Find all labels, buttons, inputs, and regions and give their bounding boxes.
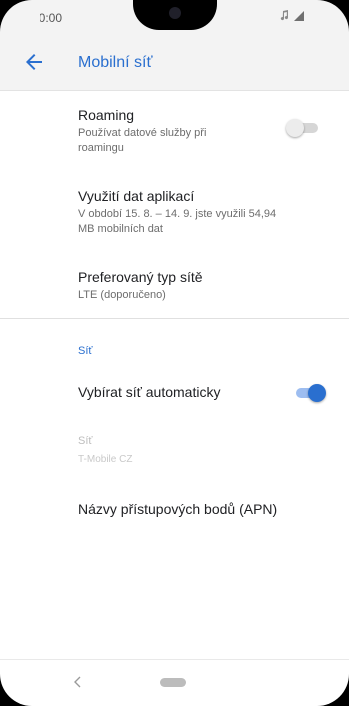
auto-select-network-title: Vybírat síť automaticky: [78, 384, 221, 400]
roaming-summary: Používat datové služby při roamingu: [78, 127, 207, 154]
arrow-left-icon[interactable]: [22, 50, 46, 74]
data-usage-title: Využití dat aplikací: [78, 188, 195, 204]
roaming-toggle-thumb: [286, 119, 304, 137]
battery-icon: [309, 10, 315, 21]
status-time: 10:00: [32, 11, 63, 25]
app-bar: Mobilní síť: [0, 34, 349, 91]
apn-setting[interactable]: Názvy přístupových bodů (APN): [78, 500, 325, 518]
data-usage-setting[interactable]: Využití dat aplikací V období 15. 8. – 1…: [78, 187, 325, 237]
data-usage-summary: V období 15. 8. – 14. 9. jste využili 54…: [78, 208, 277, 235]
navigation-bar: [0, 659, 349, 706]
preferred-network-title: Preferovaný typ sítě: [78, 269, 203, 285]
status-icons: [280, 10, 315, 21]
apn-title: Názvy přístupových bodů (APN): [78, 501, 278, 517]
auto-select-network-toggle[interactable]: [292, 384, 326, 402]
preferred-network-summary: LTE (doporučeno): [78, 289, 166, 301]
section-divider: [0, 318, 349, 319]
network-setting: Síť T-Mobile CZ: [78, 432, 325, 467]
page-title: Mobilní síť: [78, 54, 153, 71]
preferred-network-setting[interactable]: Preferovaný typ sítě LTE (doporučeno): [78, 268, 325, 303]
roaming-toggle[interactable]: [286, 119, 320, 137]
network-section-header: Síť: [78, 345, 93, 357]
home-pill-icon[interactable]: [160, 678, 186, 687]
music-note-icon: [280, 10, 289, 21]
back-chevron-icon[interactable]: [72, 674, 84, 690]
signal-icon: [294, 10, 304, 21]
auto-select-toggle-thumb: [308, 384, 326, 402]
network-title: Síť: [78, 435, 93, 447]
status-bar: 10:00: [0, 0, 349, 34]
network-summary: T-Mobile CZ: [78, 454, 133, 465]
auto-select-network-setting[interactable]: Vybírat síť automaticky: [78, 383, 325, 401]
